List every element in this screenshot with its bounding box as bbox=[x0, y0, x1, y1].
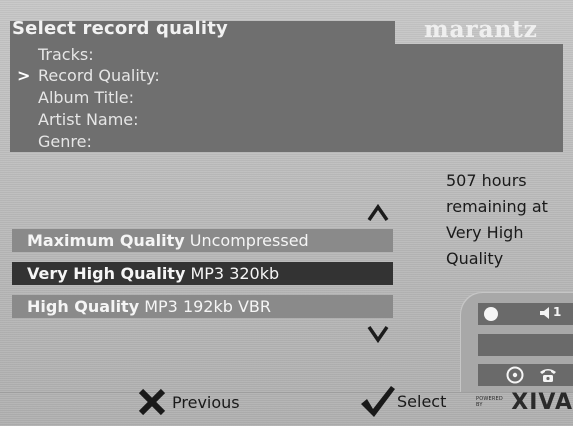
volume-level: 1 bbox=[553, 305, 562, 319]
status-row-blank bbox=[478, 334, 573, 356]
xiva-wordmark: XIVA bbox=[511, 389, 573, 415]
remaining-line: Quality bbox=[446, 249, 504, 268]
record-dot-icon bbox=[484, 307, 498, 321]
page-title: Select record quality bbox=[12, 18, 228, 39]
scroll-up-icon[interactable] bbox=[366, 202, 390, 224]
field-artist-name[interactable]: Artist Name: bbox=[38, 110, 139, 129]
disc-icon[interactable] bbox=[506, 366, 524, 384]
previous-label: Previous bbox=[172, 392, 240, 412]
option-format: Uncompressed bbox=[189, 231, 309, 250]
brand-logo: marantz bbox=[424, 16, 538, 43]
previous-button[interactable]: Previous bbox=[136, 388, 240, 416]
option-very-high-quality[interactable]: Very High Quality MP3 320kb bbox=[12, 262, 393, 285]
screen: Select record quality marantz > Tracks: … bbox=[0, 0, 573, 426]
select-label: Select bbox=[397, 391, 447, 411]
field-genre[interactable]: Genre: bbox=[38, 132, 92, 151]
option-format: MP3 320kb bbox=[190, 264, 280, 283]
powered-by-text: POWERED BY bbox=[476, 396, 503, 408]
option-name: Very High Quality bbox=[27, 264, 186, 283]
remaining-time-text: 507 hours remaining at Very High Quality bbox=[446, 168, 566, 272]
select-button[interactable]: Select bbox=[358, 384, 446, 418]
remaining-line: remaining at bbox=[446, 197, 548, 216]
field-record-quality[interactable]: Record Quality: bbox=[38, 66, 160, 85]
info-panel-right bbox=[395, 44, 563, 152]
option-high-quality[interactable]: High Quality MP3 192kb VBR bbox=[12, 295, 393, 318]
remaining-line: 507 hours bbox=[446, 171, 527, 190]
option-maximum-quality[interactable]: Maximum Quality Uncompressed bbox=[12, 229, 393, 252]
field-album-title[interactable]: Album Title: bbox=[38, 88, 134, 107]
option-name: Maximum Quality bbox=[27, 231, 185, 250]
checkmark-icon bbox=[361, 386, 395, 417]
option-name: High Quality bbox=[27, 297, 140, 316]
cross-icon bbox=[138, 388, 166, 416]
option-format: MP3 192kb VBR bbox=[144, 297, 272, 316]
remaining-line: Very High bbox=[446, 223, 524, 242]
status-row-sources bbox=[478, 364, 573, 386]
field-cursor: > bbox=[17, 66, 31, 85]
xiva-logo: POWERED BY XIVA bbox=[476, 388, 573, 416]
scroll-down-icon[interactable] bbox=[366, 323, 390, 345]
phone-icon[interactable] bbox=[538, 366, 558, 384]
field-tracks[interactable]: Tracks: bbox=[38, 45, 94, 64]
